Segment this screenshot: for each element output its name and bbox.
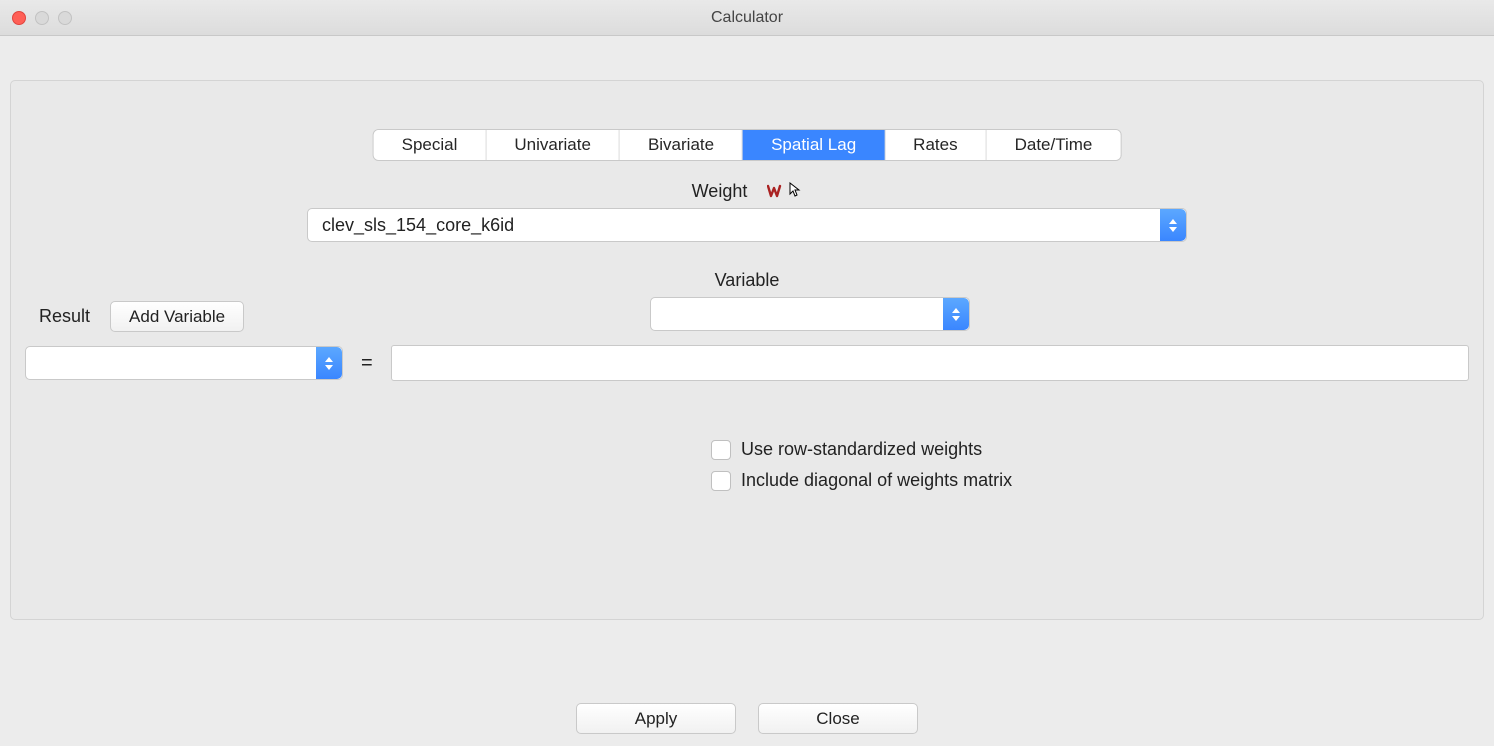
window-title: Calculator <box>711 9 783 27</box>
tab-spatial-lag[interactable]: Spatial Lag <box>743 130 885 160</box>
apply-button[interactable]: Apply <box>576 703 736 734</box>
traffic-lights <box>0 11 72 25</box>
panel-inner: Weight clev_sls_154_core_k6id <box>11 81 1483 619</box>
include-diagonal-label: Include diagonal of weights matrix <box>741 470 1012 491</box>
tab-univariate[interactable]: Univariate <box>486 130 620 160</box>
zoom-window-button[interactable] <box>58 11 72 25</box>
add-variable-button[interactable]: Add Variable <box>110 301 244 332</box>
tab-date-time[interactable]: Date/Time <box>987 130 1121 160</box>
checkbox-row-diag: Include diagonal of weights matrix <box>711 470 1012 491</box>
row-standardized-checkbox[interactable] <box>711 440 731 460</box>
tab-rates[interactable]: Rates <box>885 130 986 160</box>
stepper-icon <box>943 298 969 330</box>
formula-input[interactable] <box>391 345 1469 381</box>
weights-manager-icon[interactable] <box>767 182 802 201</box>
include-diagonal-checkbox[interactable] <box>711 471 731 491</box>
checkbox-row-rowstd: Use row-standardized weights <box>711 439 1012 460</box>
result-select[interactable] <box>25 346 343 380</box>
window-titlebar: Calculator <box>0 0 1494 36</box>
weight-label-row: Weight <box>29 181 1465 202</box>
window-content: Special Univariate Bivariate Spatial Lag… <box>0 80 1494 746</box>
tab-bar: Special Univariate Bivariate Spatial Lag… <box>374 130 1121 160</box>
variable-label-row: Variable <box>29 270 1465 291</box>
result-row: Result Add Variable <box>39 301 244 332</box>
main-panel: Weight clev_sls_154_core_k6id <box>10 80 1484 620</box>
close-window-button[interactable] <box>12 11 26 25</box>
minimize-window-button[interactable] <box>35 11 49 25</box>
weight-select[interactable]: clev_sls_154_core_k6id <box>307 208 1187 242</box>
weight-label: Weight <box>692 181 748 202</box>
weight-select-wrap: clev_sls_154_core_k6id <box>29 208 1465 242</box>
weight-select-value: clev_sls_154_core_k6id <box>322 215 514 236</box>
checkbox-group: Use row-standardized weights Include dia… <box>711 439 1012 491</box>
footer-buttons: Apply Close <box>576 703 918 734</box>
stepper-icon <box>1160 209 1186 241</box>
stepper-icon <box>316 347 342 379</box>
close-button[interactable]: Close <box>758 703 918 734</box>
formula-row: = <box>25 345 1469 381</box>
equals-sign: = <box>361 352 373 375</box>
result-label: Result <box>39 306 90 327</box>
cursor-icon <box>789 182 802 201</box>
tab-special[interactable]: Special <box>374 130 487 160</box>
tab-bivariate[interactable]: Bivariate <box>620 130 743 160</box>
row-standardized-label: Use row-standardized weights <box>741 439 982 460</box>
variable-label: Variable <box>715 270 780 291</box>
variable-select-wrap <box>154 297 1465 331</box>
variable-select[interactable] <box>650 297 970 331</box>
